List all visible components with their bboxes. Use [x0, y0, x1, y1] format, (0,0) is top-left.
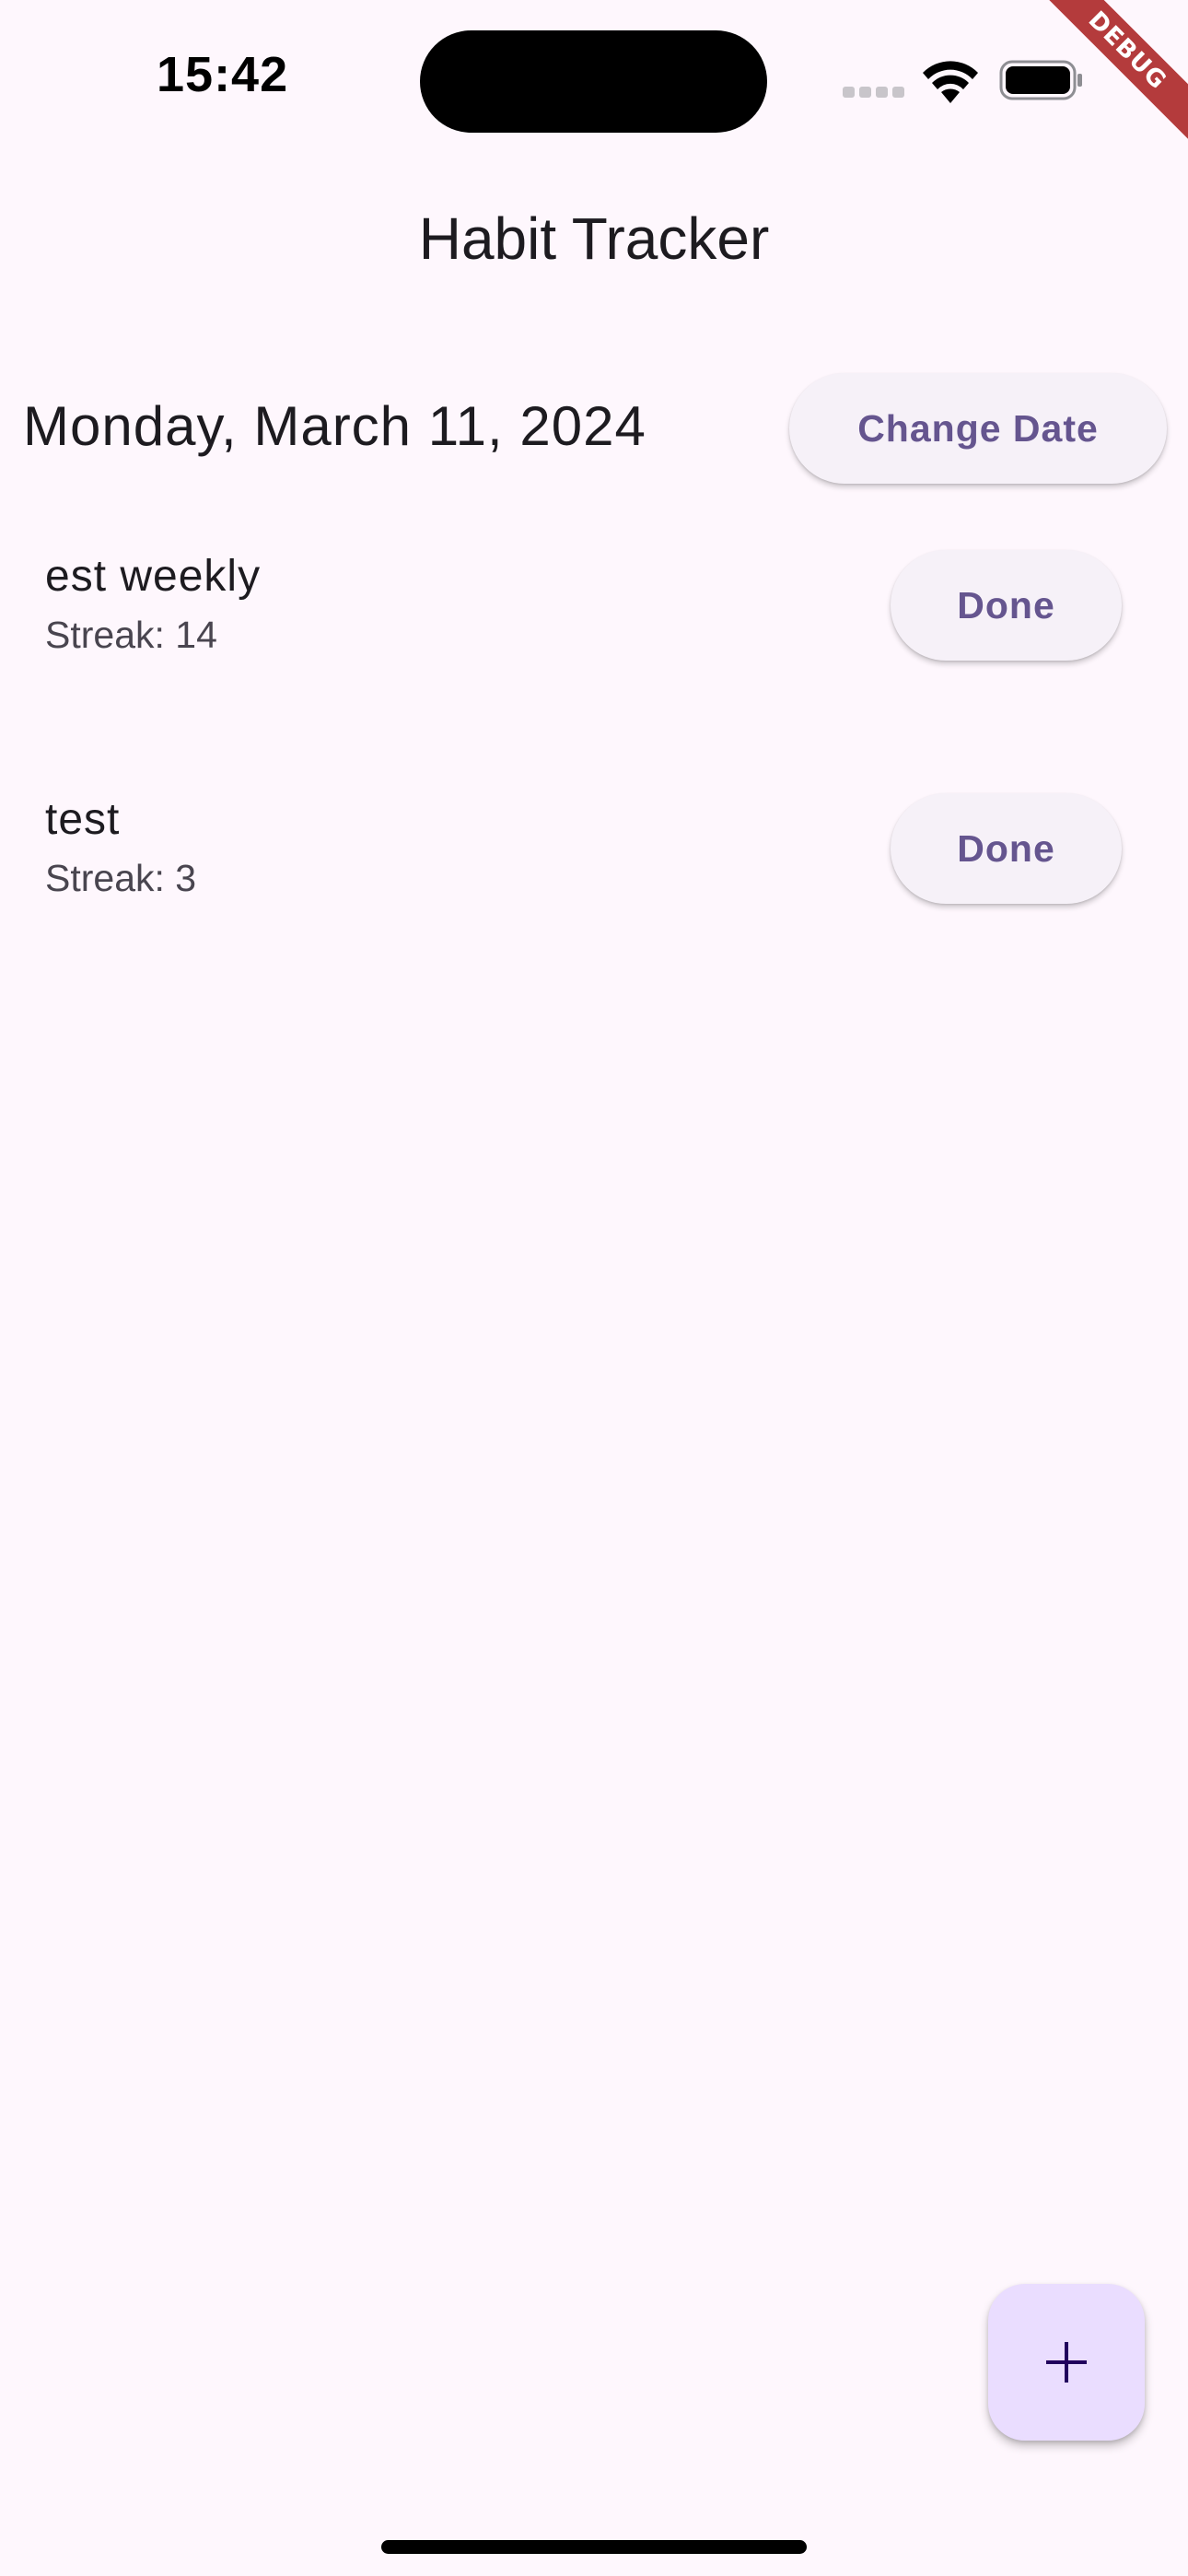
habit-name: est weekly	[45, 552, 262, 601]
wifi-icon	[923, 61, 978, 103]
status-time: 15:42	[157, 47, 289, 102]
page-title: Habit Tracker	[418, 205, 770, 272]
debug-label: DEBUG	[1031, 0, 1188, 149]
habit-name: test	[45, 795, 121, 844]
signal-icon	[843, 87, 905, 98]
habit-list-item: est weekly Streak: 14 Done	[0, 550, 1188, 708]
selected-date: Monday, March 11, 2024	[23, 395, 646, 457]
plus-icon	[1046, 2342, 1087, 2383]
done-button[interactable]: Done	[891, 793, 1122, 904]
change-date-button[interactable]: Change Date	[789, 373, 1167, 484]
home-indicator[interactable]	[381, 2540, 807, 2554]
habit-streak: Streak: 14	[45, 614, 217, 656]
debug-banner: DEBUG	[1031, 0, 1188, 157]
status-bar: 15:42	[0, 0, 1188, 157]
done-button[interactable]: Done	[891, 550, 1122, 661]
add-habit-button[interactable]	[988, 2284, 1145, 2441]
habit-streak: Streak: 3	[45, 857, 197, 899]
habit-list-item: test Streak: 3 Done	[0, 793, 1188, 951]
dynamic-island	[420, 30, 767, 133]
